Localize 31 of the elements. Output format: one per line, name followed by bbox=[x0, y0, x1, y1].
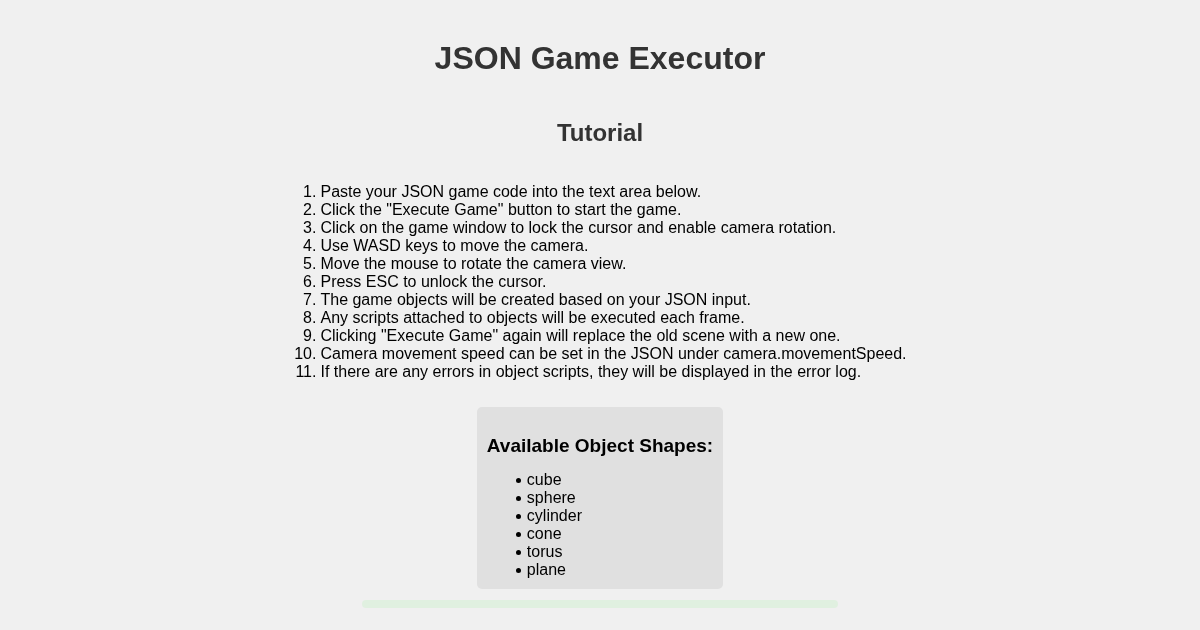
shape-name: plane bbox=[526, 561, 566, 579]
step-number: 6. bbox=[302, 273, 317, 291]
step-text: Camera movement speed can be set in the JSON under camera.movementSpeed. bbox=[320, 345, 907, 363]
step-text: Clicking "Execute Game" again will replace the old scene with a new one. bbox=[320, 327, 841, 345]
step-text: Click on the game window to lock the cursor and enable camera rotation. bbox=[320, 219, 837, 237]
step-text: Paste your JSON game code into the text area below. bbox=[320, 183, 702, 201]
shape-name: cone bbox=[526, 525, 562, 543]
step-text: Any scripts attached to objects will be executed each frame. bbox=[320, 309, 745, 327]
step-text: The game objects will be created based on your JSON input. bbox=[320, 291, 751, 309]
step-number: 3. bbox=[302, 219, 317, 237]
step-text: Click the "Execute Game" button to start the game. bbox=[320, 201, 682, 219]
step-text: If there are any errors in object scripts, they will be displayed in the error log. bbox=[320, 363, 862, 381]
step-number: 10. bbox=[293, 345, 317, 363]
page-title: JSON Game Executor bbox=[434, 40, 766, 77]
step-number: 7. bbox=[302, 291, 317, 309]
shape-name: sphere bbox=[526, 489, 576, 507]
step-text: Use WASD keys to move the camera. bbox=[320, 237, 589, 255]
step-number: 1. bbox=[302, 183, 317, 201]
step-number: 11. bbox=[294, 363, 317, 381]
step-number: 8. bbox=[302, 309, 317, 327]
panel-heading: Available Object Shapes: bbox=[486, 436, 714, 455]
shape-name: cylinder bbox=[526, 507, 582, 525]
section-heading: Tutorial bbox=[556, 119, 644, 147]
shape-name: torus bbox=[526, 543, 563, 561]
shape-name: cube bbox=[526, 471, 562, 489]
step-number: 2. bbox=[302, 201, 317, 219]
step-text: Move the mouse to rotate the camera view. bbox=[320, 255, 627, 273]
step-text: Press ESC to unlock the cursor. bbox=[320, 273, 547, 291]
step-number: 4. bbox=[302, 237, 317, 255]
step-number: 5. bbox=[302, 255, 317, 273]
step-number: 9. bbox=[302, 327, 317, 345]
